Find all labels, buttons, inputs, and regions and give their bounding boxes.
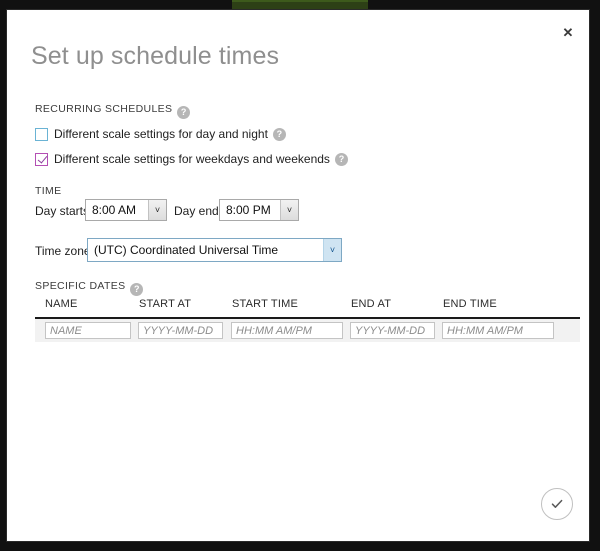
checkbox-row-day-night[interactable]: Different scale settings for day and nig… [35, 127, 286, 141]
page-title: Set up schedule times [31, 42, 279, 71]
section-label-time: TIME [35, 185, 61, 197]
help-icon-specific-dates[interactable]: ? [130, 283, 143, 296]
column-header-end-time: END TIME [443, 298, 497, 310]
specific-dates-table: NAME START AT START TIME END AT END TIME [35, 298, 580, 317]
backdrop-green-highlight [232, 0, 368, 2]
checkbox-label-day-and-night: Different scale settings for day and nig… [54, 127, 268, 141]
chevron-down-icon: ˅ [323, 239, 341, 261]
section-label-recurring-schedules: RECURRING SCHEDULES [35, 103, 172, 115]
label-day-starts: Day starts: [35, 204, 92, 218]
section-heading-time: TIME [35, 185, 61, 197]
help-icon-recurring-schedules[interactable]: ? [177, 106, 190, 119]
input-end-at[interactable] [350, 322, 435, 339]
input-start-at[interactable] [138, 322, 223, 339]
table-header-row: NAME START AT START TIME END AT END TIME [35, 298, 580, 317]
close-icon[interactable]: ✕ [555, 19, 581, 45]
input-end-time[interactable] [442, 322, 554, 339]
help-icon-weekdays-and-weekends[interactable]: ? [335, 153, 348, 166]
label-time-zone: Time zone: [35, 244, 94, 258]
column-header-end-at: END AT [351, 298, 391, 310]
input-start-time[interactable] [231, 322, 343, 339]
column-header-start-at: START AT [139, 298, 191, 310]
schedule-times-dialog: ✕ Set up schedule times RECURRING SCHEDU… [6, 9, 590, 542]
chevron-down-icon: ˅ [148, 200, 166, 220]
checkbox-row-weekdays-weekends[interactable]: Different scale settings for weekdays an… [35, 152, 348, 166]
checkbox-day-and-night[interactable] [35, 128, 48, 141]
select-day-starts-value: 8:00 AM [86, 200, 148, 220]
checkbox-weekdays-and-weekends[interactable] [35, 153, 48, 166]
help-icon-day-and-night[interactable]: ? [273, 128, 286, 141]
column-header-start-time: START TIME [232, 298, 298, 310]
section-heading-recurring-schedules: RECURRING SCHEDULES? [35, 103, 190, 119]
chevron-down-icon: ˅ [280, 200, 298, 220]
select-day-ends-value: 8:00 PM [220, 200, 280, 220]
select-time-zone-value: (UTC) Coordinated Universal Time [88, 239, 323, 261]
column-header-name: NAME [45, 298, 78, 310]
select-day-starts[interactable]: 8:00 AM ˅ [85, 199, 167, 221]
section-heading-specific-dates: SPECIFIC DATES? [35, 280, 143, 296]
select-time-zone[interactable]: (UTC) Coordinated Universal Time ˅ [87, 238, 342, 262]
checkbox-label-weekdays-and-weekends: Different scale settings for weekdays an… [54, 152, 330, 166]
check-icon [549, 496, 565, 512]
section-label-specific-dates: SPECIFIC DATES [35, 280, 125, 292]
select-day-ends[interactable]: 8:00 PM ˅ [219, 199, 299, 221]
input-name[interactable] [45, 322, 131, 339]
confirm-button[interactable] [541, 488, 573, 520]
